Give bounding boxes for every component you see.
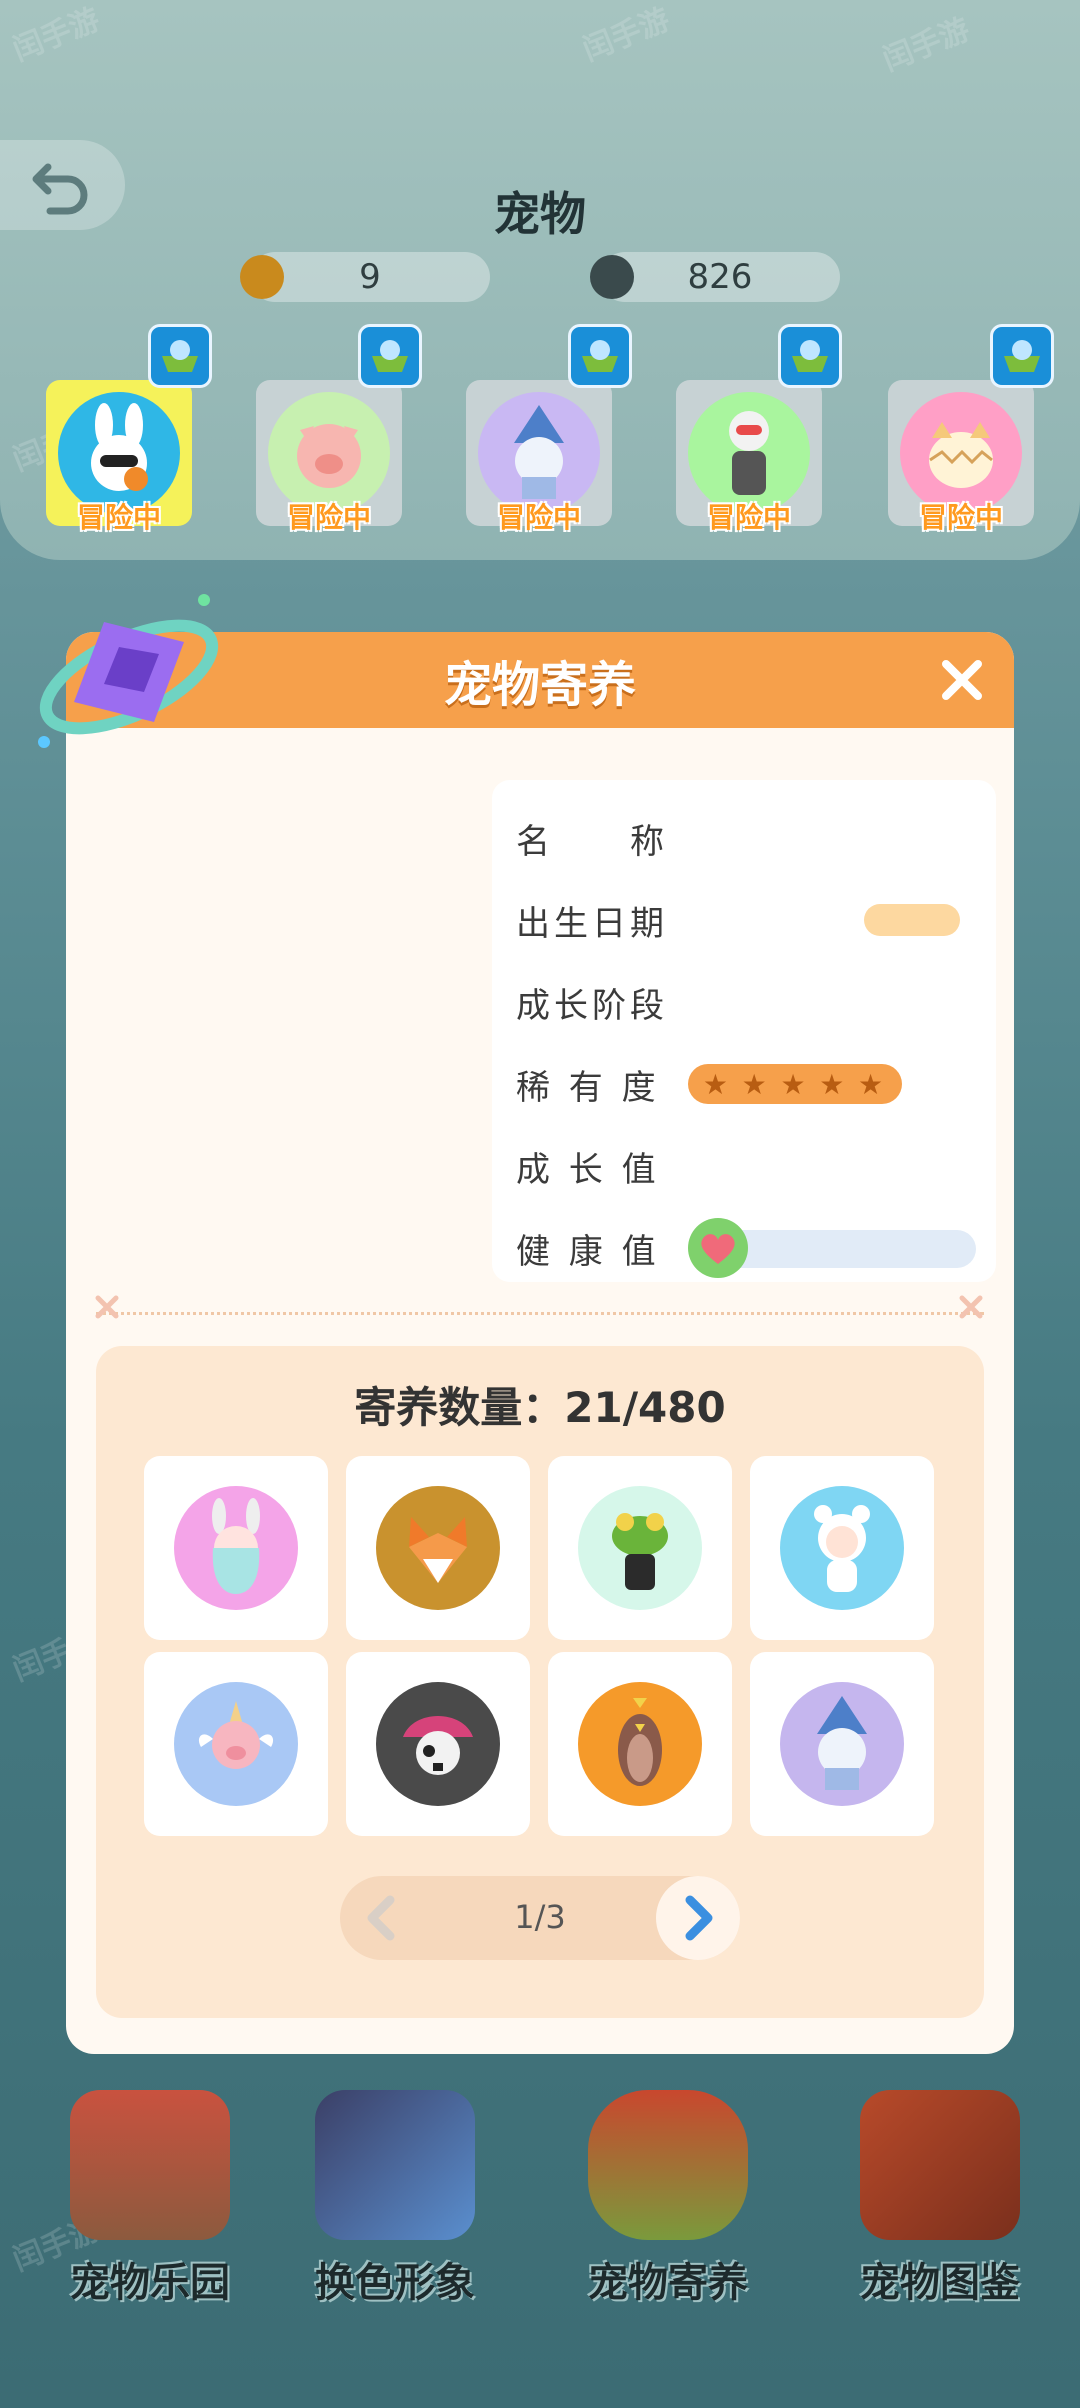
section-divider [96,1312,984,1315]
nav-label: 宠物乐园 [70,2260,230,2306]
nav-pet-foster[interactable]: 宠物寄养 [553,2090,783,2330]
divider-cross-icon [956,1292,986,1322]
name-label: 名 称 [516,821,668,862]
coin-counter: 9 [240,252,490,302]
nav-label: 换色形象 [315,2260,475,2306]
adventure-pet-slot[interactable]: 冒险中 [46,324,212,534]
foster-count: 寄养数量：21/480 [354,1383,726,1432]
adventure-pet-slot[interactable]: 冒险中 [466,324,632,534]
next-page-button[interactable] [656,1876,740,1960]
coin-icon [240,255,284,299]
foster-pet-cell[interactable] [548,1456,732,1640]
info-row-rarity: 稀 有 度 ★ ★ ★ ★ ★ [516,1054,976,1114]
star-icon: ★ [819,1067,849,1101]
chevron-right-icon [685,1895,713,1941]
star-icon: ★ [741,1067,771,1101]
pet-status-label: 冒险中 [706,501,791,534]
adventure-pet-slot[interactable]: 冒险中 [676,324,842,534]
info-row-birthday: 出生日期 [516,890,976,950]
info-row-name: 名 称 [516,808,976,868]
close-icon [942,660,982,700]
color-change-icon [315,2090,475,2240]
frog-pet-icon [578,1486,702,1610]
pet-status-label: 冒险中 [496,501,581,534]
penguin-pet-icon [578,1682,702,1806]
pet-status-label: 冒险中 [286,501,371,534]
foster-pet-cell[interactable] [346,1456,530,1640]
fox-pet-icon [376,1486,500,1610]
bear-girl-pet-icon [780,1486,904,1610]
nav-pet-handbook[interactable]: 宠物图鉴 [825,2090,1055,2330]
page-title: 宠物 [494,187,586,241]
foster-pet-cell[interactable] [750,1652,934,1836]
close-button[interactable] [932,650,992,710]
star-icon: ★ [858,1067,888,1101]
nav-label: 宠物图鉴 [860,2260,1020,2306]
pet-status-label: 冒险中 [918,501,1003,534]
gem-value: 826 [687,257,753,297]
star-icon: ★ [780,1067,810,1101]
nav-label: 宠物寄养 [588,2260,748,2306]
foster-pet-cell[interactable] [750,1456,934,1640]
adventure-pet-slot[interactable]: 冒险中 [888,324,1054,534]
gem-icon [590,255,634,299]
adventure-badge-icon [358,324,422,388]
pagination: 1/3 [340,1876,740,1960]
info-row-stage: 成长阶段 [516,972,976,1032]
health-label: 健 康 值 [516,1231,660,1272]
adventure-badge-icon [148,324,212,388]
pirate-pet-icon [376,1682,500,1806]
planet-decoration-icon [34,592,224,762]
pet-info-card: 名 称 出生日期 成长阶段 稀 有 度 ★ ★ ★ ★ ★ 成 长 值 健 康 … [492,780,996,1282]
pet-foster-icon [588,2090,748,2240]
foster-pet-cell[interactable] [548,1652,732,1836]
foster-pet-cell[interactable] [144,1456,328,1640]
nav-pet-park[interactable]: 宠物乐园 [35,2090,265,2330]
rarity-stars: ★ ★ ★ ★ ★ [688,1064,902,1104]
heart-icon [688,1218,748,1278]
bunny-girl-pet-icon [174,1486,298,1610]
winged-pig-pet-icon [174,1682,298,1806]
stage-label: 成长阶段 [516,985,668,1026]
dialog-title: 宠物寄养 [443,657,636,713]
rarity-label: 稀 有 度 [516,1067,660,1108]
foster-pet-cell[interactable] [144,1652,328,1836]
bottom-nav: 宠物乐园 换色形象 宠物寄养 宠物图鉴 [0,2090,1080,2330]
foster-panel: 寄养数量：21/480 1/3 [96,1346,984,2018]
birthday-value-pill [864,904,960,936]
info-row-health: 健 康 值 [516,1218,976,1278]
adventure-badge-icon [778,324,842,388]
adventure-pet-slot[interactable]: 冒险中 [256,324,422,534]
info-row-growth: 成 长 值 [516,1136,976,1196]
adventure-badge-icon [568,324,632,388]
foster-pet-cell[interactable] [346,1652,530,1836]
birthday-label: 出生日期 [516,903,668,944]
pet-status-label: 冒险中 [76,501,161,534]
pet-park-icon [70,2090,230,2240]
nav-color-change[interactable]: 换色形象 [280,2090,510,2330]
gem-counter: 826 [590,252,840,302]
witch-girl-pet-icon [780,1682,904,1806]
adventure-badge-icon [990,324,1054,388]
divider-cross-icon [92,1292,122,1322]
coin-value: 9 [359,257,381,297]
star-icon: ★ [702,1067,732,1101]
growth-label: 成 长 值 [516,1149,660,1190]
pet-handbook-icon [860,2090,1020,2240]
